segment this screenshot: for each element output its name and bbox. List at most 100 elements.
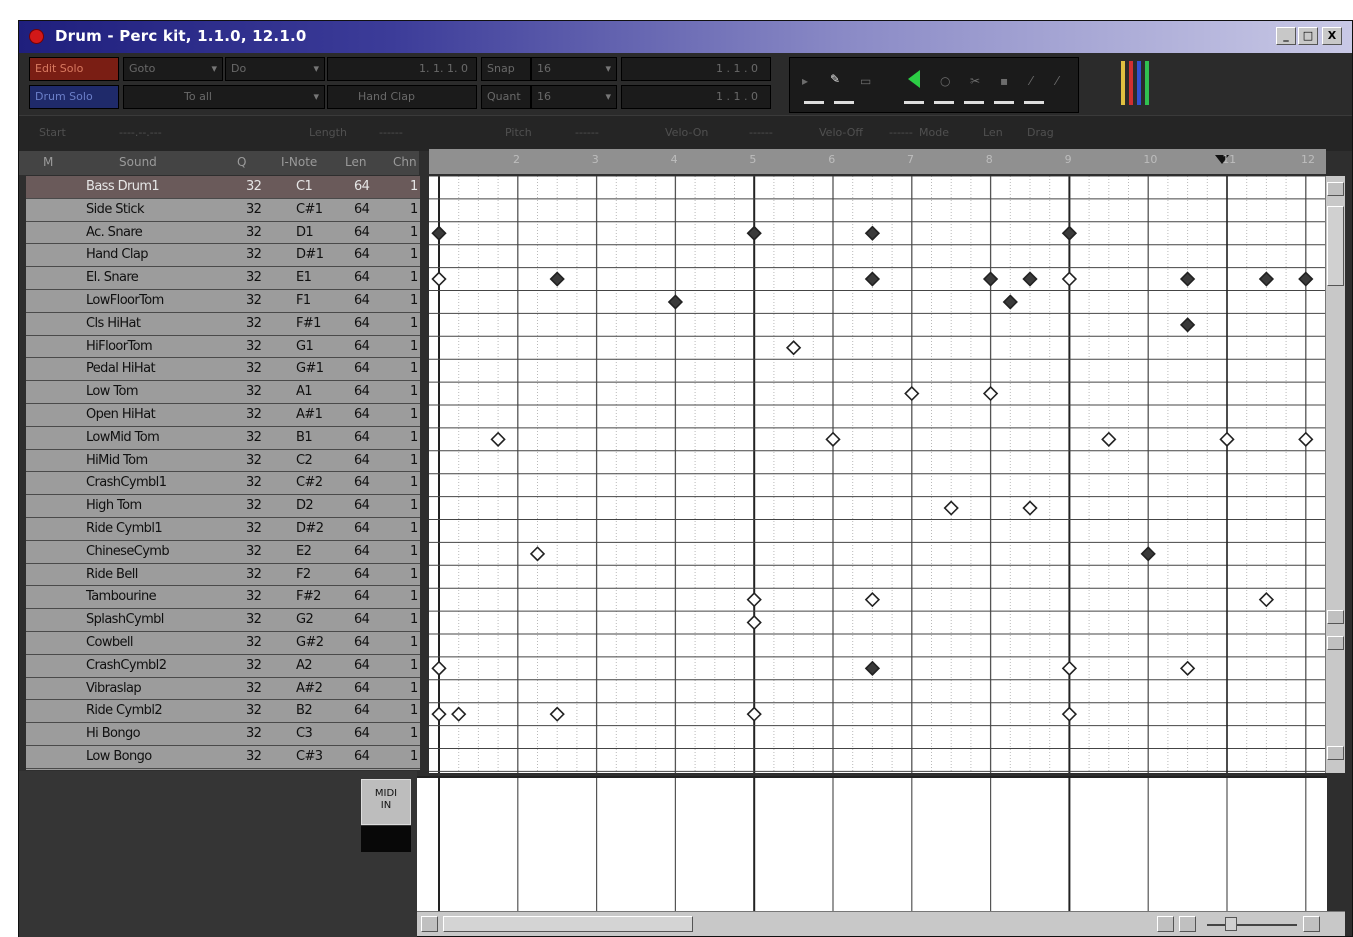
drum-quantize[interactable]: 32 (246, 472, 262, 493)
drum-quantize[interactable]: 32 (246, 176, 262, 197)
drum-channel[interactable]: 1 (410, 199, 418, 220)
header-sound[interactable]: Sound (119, 155, 157, 169)
velocity-canvas[interactable] (417, 778, 1327, 913)
drum-length[interactable]: 64 (354, 336, 370, 357)
midi-in-button[interactable]: MIDI IN (361, 779, 411, 825)
scroll-right-button[interactable] (1157, 916, 1174, 932)
drum-inote[interactable]: A#2 (296, 678, 323, 699)
drum-quantize[interactable]: 32 (246, 267, 262, 288)
drum-row[interactable]: Bass Drum1 32 C1 64 1 (26, 176, 420, 199)
title-bar[interactable]: Drum - Perc kit, 1.1.0, 12.1.0 _ □ X (19, 21, 1352, 53)
pencil-tool-icon[interactable]: ✎ (830, 72, 840, 86)
scissors-icon[interactable]: ✂ (970, 74, 980, 88)
drum-solo-button[interactable]: Drum Solo (29, 85, 119, 109)
drum-length[interactable]: 64 (354, 404, 370, 425)
drum-channel[interactable]: 1 (410, 518, 418, 539)
drum-length[interactable]: 64 (354, 609, 370, 630)
drum-name[interactable]: High Tom (86, 495, 142, 516)
header-chn[interactable]: Chn (393, 155, 417, 169)
drum-name[interactable]: SplashCymbl (86, 609, 164, 630)
drum-row[interactable]: CrashCymbl2 32 A2 64 1 (26, 655, 420, 678)
drum-name[interactable]: Ride Bell (86, 564, 138, 585)
line-tool-icon[interactable]: ⁄ (1056, 74, 1058, 88)
drum-quantize[interactable]: 32 (246, 586, 262, 607)
header-mute[interactable]: M (43, 155, 53, 169)
info-pitch-value[interactable]: ------ (575, 126, 599, 139)
horizontal-scroll-thumb[interactable] (443, 916, 693, 932)
grid-canvas[interactable] (429, 176, 1325, 773)
drum-name[interactable]: Low Bongo (86, 746, 152, 767)
drum-inote[interactable]: C#3 (296, 746, 323, 767)
drum-name[interactable]: HiMid Tom (86, 450, 148, 471)
drum-quantize[interactable]: 32 (246, 723, 262, 744)
drum-name[interactable]: Side Stick (86, 199, 144, 220)
drumstick-icon[interactable]: ⁄ (1030, 74, 1032, 88)
drum-length[interactable]: 64 (354, 655, 370, 676)
drum-channel[interactable]: 1 (410, 746, 418, 767)
drum-channel[interactable]: 1 (410, 723, 418, 744)
drum-channel[interactable]: 1 (410, 700, 418, 721)
drum-name[interactable]: Low Tom (86, 381, 138, 402)
zoom-slider[interactable] (1207, 924, 1297, 926)
snap-select[interactable]: 16 ▾ (531, 57, 617, 81)
drum-length[interactable]: 64 (354, 450, 370, 471)
drum-inote[interactable]: C2 (296, 450, 313, 471)
drum-length[interactable]: 64 (354, 358, 370, 379)
drum-length[interactable]: 64 (354, 518, 370, 539)
drum-row[interactable]: LowFloorTom 32 F1 64 1 (26, 290, 420, 313)
drum-quantize[interactable]: 32 (246, 381, 262, 402)
drum-channel[interactable]: 1 (410, 495, 418, 516)
drum-row[interactable]: SplashCymbl 32 G2 64 1 (26, 609, 420, 632)
drum-length[interactable]: 64 (354, 746, 370, 767)
drum-quantize[interactable]: 32 (246, 336, 262, 357)
velocity-controller-lane[interactable] (417, 776, 1327, 913)
scroll-down-button[interactable] (1327, 610, 1344, 624)
info-velo-off-value[interactable]: ------ (889, 126, 913, 139)
drum-length[interactable]: 64 (354, 290, 370, 311)
drum-channel[interactable]: 1 (410, 632, 418, 653)
drum-name[interactable]: Tambourine (86, 586, 157, 607)
drum-quantize[interactable]: 32 (246, 427, 262, 448)
drum-channel[interactable]: 1 (410, 586, 418, 607)
drum-quantize[interactable]: 32 (246, 700, 262, 721)
drum-row[interactable]: Low Bongo 32 C#3 64 1 (26, 746, 420, 769)
drum-row[interactable]: Ride Cymbl2 32 B2 64 1 (26, 700, 420, 724)
drum-row[interactable]: Cls HiHat 32 F#1 64 1 (26, 313, 420, 336)
drum-inote[interactable]: F1 (296, 290, 311, 311)
drum-quantize[interactable]: 32 (246, 632, 262, 653)
drum-inote[interactable]: E2 (296, 541, 312, 562)
drum-channel[interactable]: 1 (410, 678, 418, 699)
drum-channel[interactable]: 1 (410, 427, 418, 448)
drum-inote[interactable]: F2 (296, 564, 311, 585)
drum-name[interactable]: Hand Clap (86, 244, 148, 265)
scroll-left-button[interactable] (421, 916, 438, 932)
drum-channel[interactable]: 1 (410, 313, 418, 334)
drum-row[interactable]: El. Snare 32 E1 64 1 (26, 267, 420, 290)
drum-name[interactable]: Cowbell (86, 632, 134, 653)
drum-quantize[interactable]: 32 (246, 541, 262, 562)
instrument-field[interactable]: Hand Clap (327, 85, 477, 109)
minimize-button[interactable]: _ (1276, 27, 1296, 45)
drum-inote[interactable]: D1 (296, 222, 314, 243)
quant-select[interactable]: 16 ▾ (531, 85, 617, 109)
drum-name[interactable]: LowMid Tom (86, 427, 160, 448)
drum-quantize[interactable]: 32 (246, 564, 262, 585)
drum-length[interactable]: 64 (354, 222, 370, 243)
drum-quantize[interactable]: 32 (246, 518, 262, 539)
drum-inote[interactable]: D2 (296, 495, 314, 516)
drum-quantize[interactable]: 32 (246, 358, 262, 379)
drum-row[interactable]: Hand Clap 32 D#1 64 1 (26, 244, 420, 268)
drum-quantize[interactable]: 32 (246, 609, 262, 630)
zoom-slider-knob[interactable] (1225, 917, 1237, 931)
drum-length[interactable]: 64 (354, 700, 370, 721)
drum-name[interactable]: Ac. Snare (86, 222, 143, 243)
arrow-tool-icon[interactable]: ▸ (802, 74, 808, 88)
drum-length[interactable]: 64 (354, 586, 370, 607)
drum-inote[interactable]: G#2 (296, 632, 324, 653)
drum-row[interactable]: Tambourine 32 F#2 64 1 (26, 586, 420, 610)
vertical-scrollbar[interactable] (1325, 176, 1345, 773)
drum-channel[interactable]: 1 (410, 267, 418, 288)
drum-channel[interactable]: 1 (410, 564, 418, 585)
header-len[interactable]: Len (345, 155, 366, 169)
drum-channel[interactable]: 1 (410, 381, 418, 402)
